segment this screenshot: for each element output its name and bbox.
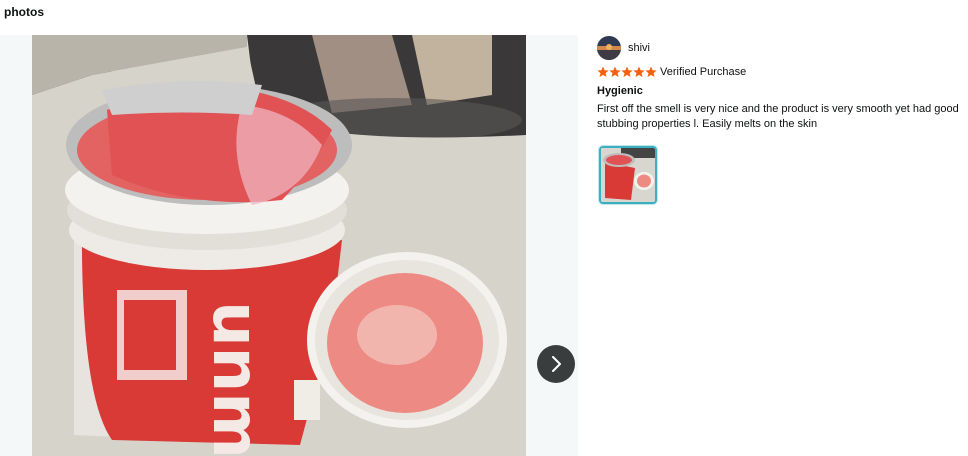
star-icon <box>645 66 657 77</box>
review-photo: unm <box>32 35 526 456</box>
review-panel: shivi Verified Purchase Hygienic First o… <box>597 36 962 204</box>
star-icon <box>621 66 633 77</box>
star-rating <box>597 66 657 78</box>
verified-purchase-badge: Verified Purchase <box>660 66 747 78</box>
review-photo-thumbnail[interactable] <box>599 146 657 204</box>
avatar[interactable] <box>597 36 621 60</box>
photo-pane: unm <box>0 35 578 456</box>
reviewer: shivi <box>597 36 962 60</box>
reviewer-name[interactable]: shivi <box>628 42 650 54</box>
svg-text:unm: unm <box>198 301 272 456</box>
chevron-right-icon <box>552 356 561 372</box>
review-body: First off the smell is very nice and the… <box>597 103 959 130</box>
photo-gallery-modal: ll photos unm <box>0 0 968 456</box>
next-photo-button[interactable] <box>537 345 575 383</box>
star-icon <box>609 66 621 77</box>
star-icon <box>633 66 645 77</box>
rating-row: Verified Purchase <box>597 65 962 79</box>
review-title: Hygienic <box>597 85 643 97</box>
page-title: ll photos <box>0 5 44 19</box>
star-icon <box>597 66 609 77</box>
